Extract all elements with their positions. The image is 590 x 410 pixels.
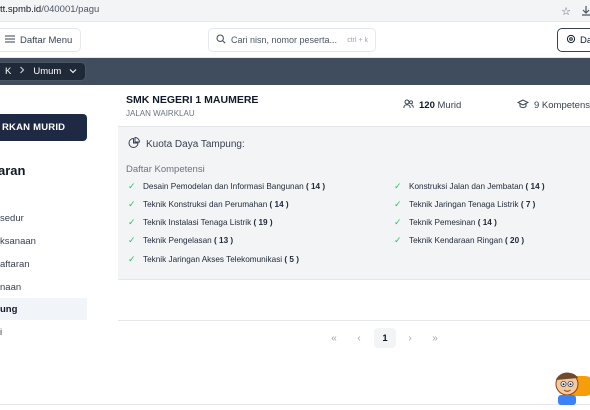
kompetensi-item: ✓ Desain Pemodelan dan Informasi Banguna… — [128, 181, 326, 191]
pagination-next-button[interactable]: › — [399, 328, 421, 348]
chevron-right-icon — [19, 66, 25, 77]
school-address: JALAN WAIRKLAU — [126, 109, 195, 118]
daftarkan-murid-button[interactable]: RKAN MURID — [0, 114, 87, 141]
breadcrumb-band: K Umum — [0, 58, 590, 85]
footer-divider — [0, 404, 590, 405]
kompetensi-item: ✓ Teknik Pengelasan ( 13 ) — [128, 235, 234, 245]
kompetensi-stat: 9 Kompetensi — [516, 99, 590, 112]
kuota-heading: Kuota Daya Tampung: — [128, 136, 245, 152]
sidebar-item-prosedur[interactable]: sedur — [0, 207, 87, 229]
breadcrumb[interactable]: K Umum — [0, 62, 87, 81]
settings-icon — [566, 34, 576, 47]
kuota-panel: Kuota Daya Tampung: Daftar Kompetensi ✓ … — [118, 126, 590, 280]
pagination-first-button[interactable]: « — [323, 328, 345, 348]
sidebar-item-info[interactable]: i — [0, 321, 87, 343]
kuota-label: Kuota Daya Tampung: — [146, 139, 245, 150]
chevron-down-icon — [69, 66, 77, 77]
check-icon: ✓ — [394, 235, 402, 245]
check-icon: ✓ — [128, 181, 136, 191]
kompetensi-item: ✓ Teknik Pemesinan ( 14 ) — [394, 217, 497, 227]
hamburger-icon — [5, 34, 15, 46]
school-header: SMK NEGERI 1 MAUMERE JALAN WAIRKLAU 120 … — [118, 86, 590, 126]
sidebar-heading: aran — [0, 163, 26, 178]
kompetensi-item: ✓ Teknik Konstruksi dan Perumahan ( 14 ) — [128, 199, 289, 209]
school-name: SMK NEGERI 1 MAUMERE — [126, 94, 259, 106]
check-icon: ✓ — [128, 254, 136, 264]
kompetensi-count-label: 9 Kompetensi — [534, 100, 590, 111]
search-icon — [216, 34, 226, 46]
search-input[interactable]: Cari nisn, nomor peserta... ctrl + k — [208, 28, 376, 52]
graduation-cap-icon — [516, 99, 530, 112]
daftar-menu-button[interactable]: Daftar Menu — [0, 28, 82, 52]
download-icon[interactable] — [578, 3, 590, 19]
pagination-last-button[interactable]: » — [424, 328, 446, 348]
mascot-helper-icon[interactable] — [551, 362, 590, 406]
search-shortcut-hint: ctrl + k — [347, 36, 368, 44]
browser-address-bar: tt.spmb.id/040001/pagu ☆ — [0, 0, 590, 22]
check-icon: ✓ — [128, 217, 136, 227]
murid-stat: 120 Murid — [403, 99, 461, 112]
pie-chart-icon — [128, 136, 141, 152]
sidebar-item-pendaftaran[interactable]: aftaran — [0, 253, 87, 275]
sidebar-item-pelaksanaan[interactable]: ksanaan — [0, 230, 87, 252]
sidebar-item-daya-tampung[interactable]: ung — [0, 298, 87, 320]
search-placeholder: Cari nisn, nomor peserta... — [231, 35, 338, 45]
content-divider — [118, 320, 590, 321]
dashboard-button[interactable]: Da — [557, 28, 590, 52]
daftar-menu-label: Daftar Menu — [20, 34, 73, 46]
check-icon: ✓ — [394, 217, 402, 227]
pagination-prev-button[interactable]: ‹ — [348, 328, 370, 348]
top-header: Daftar Menu Cari nisn, nomor peserta... … — [0, 22, 590, 58]
breadcrumb-prefix: K — [5, 66, 12, 77]
check-icon: ✓ — [394, 199, 402, 209]
breadcrumb-current: Umum — [33, 66, 62, 77]
kompetensi-item: ✓ Teknik Jaringan Akses Telekomunikasi (… — [128, 254, 299, 264]
check-icon: ✓ — [128, 199, 136, 209]
check-icon: ✓ — [128, 235, 136, 245]
kompetensi-item: ✓ Teknik Jaringan Tenaga Listrik ( 7 ) — [394, 199, 536, 209]
url-field[interactable]: tt.spmb.id/040001/pagu — [0, 4, 99, 15]
kompetensi-item: ✓ Konstruksi Jalan dan Jembatan ( 14 ) — [394, 181, 545, 191]
pagination-page-1[interactable]: 1 — [374, 328, 396, 348]
check-icon: ✓ — [394, 181, 402, 191]
kompetensi-item: ✓ Teknik Instalasi Tenaga Listrik ( 19 ) — [128, 217, 273, 227]
users-icon — [403, 99, 414, 112]
murid-count: 120 — [419, 100, 435, 111]
murid-label: Murid — [437, 100, 462, 111]
star-icon[interactable]: ☆ — [558, 3, 574, 19]
dashboard-button-label: Da — [580, 34, 590, 46]
kompetensi-item: ✓ Teknik Kendaraan Ringan ( 20 ) — [394, 235, 525, 245]
kompetensi-list-title: Daftar Kompetensi — [126, 164, 205, 175]
sidebar-item-pengumuman[interactable]: naan — [0, 276, 87, 298]
